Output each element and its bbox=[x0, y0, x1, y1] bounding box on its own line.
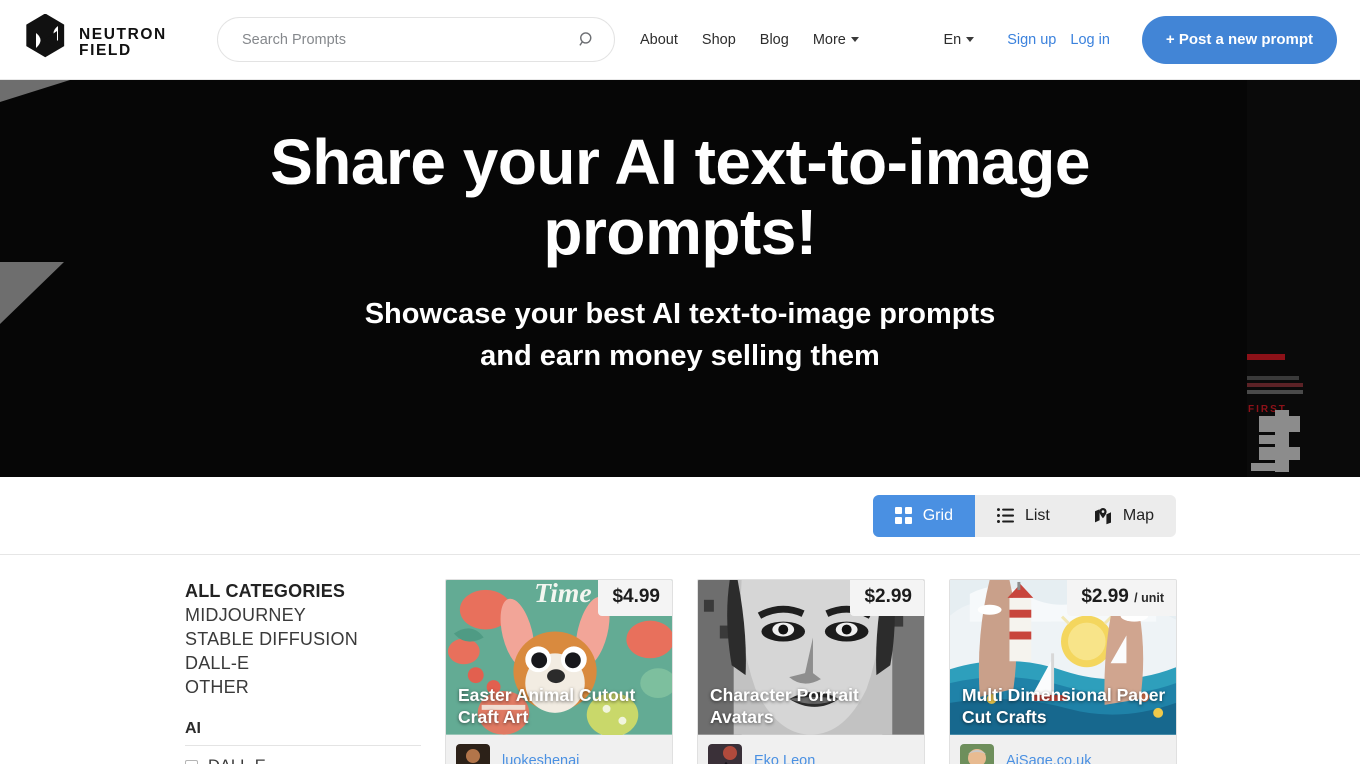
avatar-image bbox=[960, 744, 994, 764]
neutron-logo-icon: NEUTRON FIELD bbox=[26, 13, 167, 59]
view-toggle-list-label: List bbox=[1024, 506, 1050, 524]
view-toolbar: Grid List Map bbox=[0, 477, 1360, 555]
sign-up-link[interactable]: Sign up bbox=[1007, 32, 1056, 48]
prompt-card-footer: AiSage.co.uk bbox=[950, 736, 1176, 764]
prompt-card-price: $4.99 bbox=[598, 580, 672, 616]
poster-et-blocks bbox=[1251, 416, 1300, 474]
svg-text:Time: Time bbox=[534, 580, 592, 609]
prompt-card-author[interactable]: Eko Leon bbox=[754, 753, 815, 764]
view-toggle-list[interactable]: List bbox=[975, 495, 1072, 537]
poster-text-lines bbox=[1247, 376, 1307, 397]
language-selector[interactable]: En bbox=[943, 31, 975, 48]
hero-content: Share your AI text-to-image prompts! Sho… bbox=[0, 80, 1360, 377]
prompt-card-title[interactable]: Multi Dimensional Paper Cut Crafts bbox=[962, 684, 1166, 728]
prompt-card-price-value: $2.99 bbox=[864, 586, 912, 607]
grid-icon bbox=[894, 507, 912, 524]
nav-item-blog[interactable]: Blog bbox=[760, 32, 789, 48]
prompt-card-image[interactable]: $2.99 Character Portrait Avatars bbox=[698, 580, 924, 736]
brand-logo[interactable]: NEUTRON FIELD bbox=[22, 13, 197, 66]
prompt-card-image[interactable]: $2.99 / unit Multi Dimensional Paper Cut… bbox=[950, 580, 1176, 736]
nav-item-more-label: More bbox=[812, 31, 846, 48]
prompt-card-title[interactable]: Easter Animal Cutout Craft Art bbox=[458, 684, 662, 728]
language-label: En bbox=[943, 31, 962, 48]
prompt-card-grid: Time $4.99 Easter Animal Cutout Craft Ar… bbox=[445, 579, 1177, 764]
prompt-card-footer: luokeshenai bbox=[446, 736, 672, 764]
prompt-card-author[interactable]: AiSage.co.uk bbox=[1006, 753, 1091, 764]
avatar[interactable] bbox=[960, 744, 994, 764]
view-toggle-group: Grid List Map bbox=[872, 494, 1176, 537]
view-toggle-grid-label: Grid bbox=[922, 506, 953, 524]
view-toggle-grid[interactable]: Grid bbox=[872, 494, 975, 537]
nav-item-shop[interactable]: Shop bbox=[702, 32, 736, 48]
chevron-down-icon bbox=[850, 37, 859, 43]
hero-subtitle-line-2: and earn money selling them bbox=[480, 340, 880, 372]
category-item-stable-diffusion[interactable]: STABLE DIFFUSION bbox=[185, 627, 421, 651]
header-right-cluster: En Sign up Log in + Post a new prompt bbox=[943, 15, 1337, 64]
prompt-card-author[interactable]: luokeshenai bbox=[502, 753, 579, 764]
filter-option-dall-e[interactable]: DALL-E bbox=[185, 757, 421, 764]
hero-subtitle-line-1: Showcase your best AI text-to-image prom… bbox=[364, 298, 996, 330]
category-item-dall-e[interactable]: DALL-E bbox=[185, 651, 421, 675]
avatar-image bbox=[456, 744, 490, 764]
prompt-card-price-unit: / unit bbox=[1134, 591, 1164, 605]
prompt-card[interactable]: $2.99 / unit Multi Dimensional Paper Cut… bbox=[949, 579, 1177, 764]
prompt-card-image[interactable]: Time $4.99 Easter Animal Cutout Craft Ar… bbox=[446, 580, 672, 736]
prompt-card-title[interactable]: Character Portrait Avatars bbox=[710, 684, 914, 728]
svg-text:NEUTRON: NEUTRON bbox=[79, 26, 167, 43]
prompt-card-footer: Eko Leon bbox=[698, 736, 924, 764]
search-input[interactable] bbox=[217, 17, 615, 62]
nav-item-about[interactable]: About bbox=[640, 32, 678, 48]
category-item-all[interactable]: ALL CATEGORIES bbox=[185, 579, 421, 603]
prompt-card[interactable]: $2.99 Character Portrait Avatars Eko Leo… bbox=[697, 579, 925, 764]
avatar[interactable] bbox=[456, 744, 490, 764]
category-item-midjourney[interactable]: MIDJOURNEY bbox=[185, 603, 421, 627]
hero-banner: FIRST Share your AI text-to-image prompt… bbox=[0, 80, 1360, 477]
view-toggle-map[interactable]: Map bbox=[1072, 495, 1176, 537]
prompt-card-price-value: $2.99 bbox=[1081, 586, 1129, 607]
prompt-card[interactable]: Time $4.99 Easter Animal Cutout Craft Ar… bbox=[445, 579, 673, 764]
site-header: NEUTRON FIELD About Shop Blog More En Si… bbox=[0, 0, 1360, 80]
prompt-card-price: $2.99 / unit bbox=[1067, 580, 1176, 616]
filter-group-heading: AI bbox=[185, 720, 421, 746]
list-icon bbox=[996, 508, 1014, 523]
log-in-link[interactable]: Log in bbox=[1070, 32, 1110, 48]
category-sidebar: ALL CATEGORIES MIDJOURNEY STABLE DIFFUSI… bbox=[185, 579, 421, 764]
main-navigation: About Shop Blog More bbox=[640, 32, 859, 48]
post-new-prompt-button[interactable]: + Post a new prompt bbox=[1141, 15, 1337, 64]
search-box[interactable] bbox=[217, 17, 615, 62]
avatar[interactable] bbox=[708, 744, 742, 764]
category-item-other[interactable]: OTHER bbox=[185, 675, 421, 699]
filter-checkbox-dall-e[interactable] bbox=[185, 760, 198, 764]
search-icon[interactable] bbox=[577, 30, 597, 50]
main-content: ALL CATEGORIES MIDJOURNEY STABLE DIFFUSI… bbox=[0, 555, 1360, 764]
filter-label-dall-e: DALL-E bbox=[208, 757, 266, 764]
chevron-down-icon bbox=[966, 37, 975, 43]
view-toggle-map-label: Map bbox=[1122, 506, 1154, 524]
nav-item-more[interactable]: More bbox=[813, 32, 859, 48]
hero-title: Share your AI text-to-image prompts! bbox=[270, 126, 1090, 268]
prompt-card-price: $2.99 bbox=[850, 580, 924, 616]
map-icon bbox=[1094, 507, 1111, 524]
category-list: ALL CATEGORIES MIDJOURNEY STABLE DIFFUSI… bbox=[185, 579, 421, 699]
svg-text:FIELD: FIELD bbox=[79, 42, 132, 59]
avatar-image bbox=[708, 744, 742, 764]
prompt-card-price-value: $4.99 bbox=[612, 586, 660, 607]
